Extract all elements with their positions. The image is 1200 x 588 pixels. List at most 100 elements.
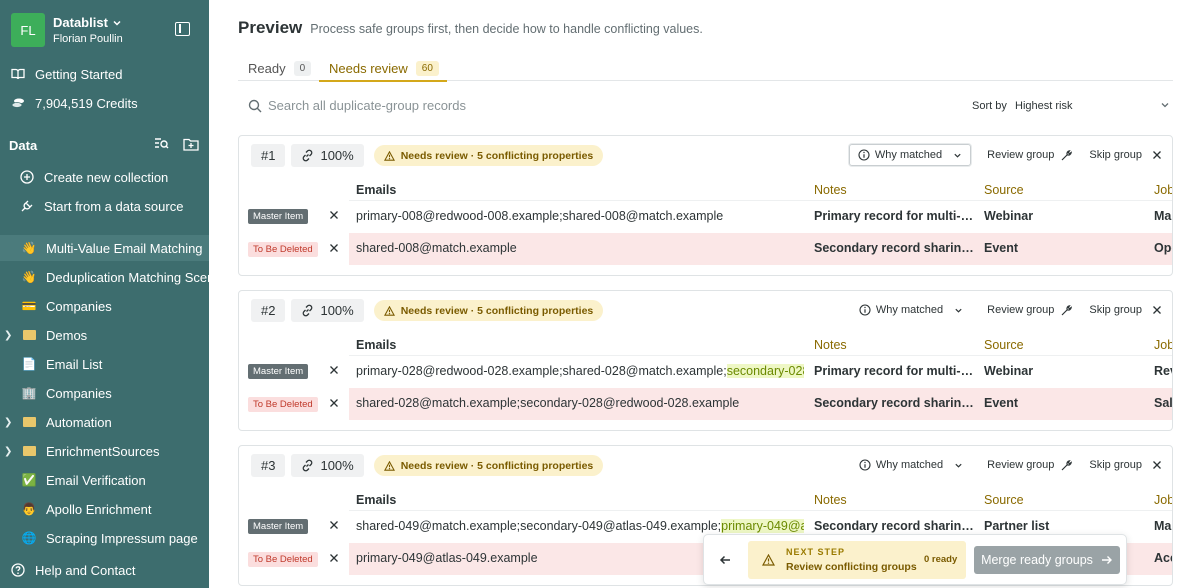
sidebar-item[interactable]: ❯ Demos bbox=[0, 322, 209, 348]
sort-label: Sort by bbox=[972, 100, 1007, 112]
cell-notes[interactable]: Primary record for multi-value email mat… bbox=[814, 209, 977, 223]
sidebar-item[interactable]: 💳 Companies bbox=[0, 293, 209, 319]
folder-icon bbox=[22, 415, 36, 429]
skip-group-button[interactable]: Skip group bbox=[1089, 459, 1162, 471]
sidebar-item[interactable]: 🏢 Companies bbox=[0, 380, 209, 406]
help-contact-link[interactable]: Help and Contact bbox=[0, 557, 209, 583]
cell-emails[interactable]: primary-008@redwood-008.example;shared-0… bbox=[356, 209, 804, 223]
skip-group-button[interactable]: Skip group bbox=[1089, 149, 1162, 161]
count-badge: 0 bbox=[293, 60, 312, 76]
cell-job[interactable]: Operations bbox=[1154, 241, 1172, 255]
column-header-source[interactable]: Source bbox=[984, 338, 1024, 352]
why-matched-dropdown[interactable]: Why matched bbox=[851, 299, 971, 321]
cell-job[interactable]: Sales bbox=[1154, 396, 1172, 410]
column-header-source[interactable]: Source bbox=[984, 493, 1024, 507]
cell-job[interactable]: Accounting bbox=[1154, 551, 1172, 565]
ready-count: 0 ready bbox=[924, 554, 958, 565]
cell-emails[interactable]: primary-028@redwood-028.example;shared-0… bbox=[356, 364, 804, 378]
sidebar-item-credits[interactable]: 7,904,519 Credits bbox=[0, 90, 209, 116]
column-header-job[interactable]: Job bbox=[1154, 338, 1172, 352]
chevron-down-icon bbox=[953, 151, 962, 160]
cell-job[interactable]: Marketing bbox=[1154, 519, 1172, 533]
sidebar-item[interactable]: 👋 Deduplication Matching Scenarios bbox=[0, 264, 209, 290]
group-header: #3 100% Needs review · 5 conflicting prope… bbox=[251, 454, 604, 477]
cell-emails[interactable]: shared-049@match.example;secondary-049@a… bbox=[356, 519, 804, 533]
create-collection-button[interactable]: Create new collection bbox=[0, 164, 209, 190]
cell-job[interactable]: Marketing bbox=[1154, 209, 1172, 223]
column-header-emails[interactable]: Emails bbox=[356, 183, 396, 197]
cell-source[interactable]: Partner list bbox=[984, 519, 1144, 533]
remove-item-icon[interactable] bbox=[329, 209, 339, 223]
cell-notes[interactable]: Secondary record sharing one email value bbox=[814, 396, 977, 410]
sidebar-item-getting-started[interactable]: Getting Started bbox=[0, 61, 209, 87]
sidebar-collapse-icon[interactable] bbox=[175, 22, 190, 36]
tab-needs-review[interactable]: Needs review 60 bbox=[319, 56, 447, 82]
chevron-right-icon[interactable]: ❯ bbox=[4, 417, 12, 428]
cell-emails[interactable]: shared-008@match.example bbox=[356, 241, 804, 255]
sidebar-item-label: Automation bbox=[46, 414, 112, 430]
remove-item-icon[interactable] bbox=[329, 364, 339, 378]
status-badge: Needs review · 5 conflicting properties bbox=[373, 455, 604, 476]
column-header-source[interactable]: Source bbox=[984, 183, 1024, 197]
start-from-source-button[interactable]: Start from a data source bbox=[0, 193, 209, 219]
column-header-notes[interactable]: Notes bbox=[814, 338, 847, 352]
new-folder-icon[interactable] bbox=[183, 137, 199, 151]
cell-source[interactable]: Event bbox=[984, 396, 1144, 410]
cell-notes[interactable]: Secondary record sharing one email value bbox=[814, 519, 977, 533]
tab-ready[interactable]: Ready 0 bbox=[248, 56, 312, 80]
remove-item-icon[interactable] bbox=[329, 397, 339, 411]
column-header-emails[interactable]: Emails bbox=[356, 493, 396, 507]
sort-select[interactable]: Highest risk bbox=[1015, 100, 1072, 112]
column-header-job[interactable]: Job bbox=[1154, 183, 1172, 197]
merge-ready-groups-button[interactable]: Merge ready groups bbox=[974, 546, 1120, 574]
sidebar-item[interactable]: 👋 Multi-Value Email Matching bbox=[0, 235, 209, 261]
workspace-switcher[interactable]: FL Datablist Florian Poullin bbox=[11, 13, 123, 47]
sidebar-item[interactable]: 📄 Email List bbox=[0, 351, 209, 377]
review-group-button[interactable]: Review group bbox=[987, 459, 1073, 472]
match-score: 100% bbox=[291, 454, 364, 477]
search-list-icon[interactable] bbox=[154, 137, 169, 151]
skip-group-button[interactable]: Skip group bbox=[1089, 304, 1162, 316]
cell-source[interactable]: Webinar bbox=[984, 209, 1144, 223]
column-header-emails[interactable]: Emails bbox=[356, 338, 396, 352]
sidebar-item-label: Email List bbox=[46, 356, 103, 372]
cell-notes[interactable]: Secondary record sharing one email value bbox=[814, 241, 977, 255]
sidebar-item[interactable]: 🌐 Scraping Impressum page bbox=[0, 525, 209, 551]
table-row: shared-008@match.example Secondary record… bbox=[349, 233, 1172, 265]
why-matched-dropdown[interactable]: Why matched bbox=[848, 144, 972, 166]
folder-icon bbox=[22, 328, 36, 342]
sidebar-item[interactable]: ❯ Automation bbox=[0, 409, 209, 435]
why-matched-dropdown[interactable]: Why matched bbox=[851, 454, 971, 476]
sidebar-item-label: Getting Started bbox=[35, 66, 123, 82]
sidebar-item[interactable]: 👨 Apollo Enrichment bbox=[0, 496, 209, 522]
arrow-left-icon[interactable] bbox=[718, 553, 732, 567]
chevron-right-icon[interactable]: ❯ bbox=[4, 330, 12, 341]
next-step-callout: NEXT STEP Review conflicting groups 0 re… bbox=[748, 541, 966, 579]
cell-job[interactable]: Revenue bbox=[1154, 364, 1172, 378]
search-input[interactable] bbox=[268, 98, 668, 113]
sidebar-item[interactable]: ✅ Email Verification bbox=[0, 467, 209, 493]
remove-item-icon[interactable] bbox=[329, 552, 339, 566]
sidebar-item[interactable]: ❯ EnrichmentSources bbox=[0, 438, 209, 464]
cell-emails[interactable]: shared-028@match.example;secondary-028@r… bbox=[356, 396, 804, 410]
doc-emoji: 📄 bbox=[21, 357, 37, 371]
sidebar-item-label: Apollo Enrichment bbox=[46, 501, 152, 517]
warning-icon bbox=[383, 460, 395, 471]
remove-item-icon[interactable] bbox=[329, 519, 339, 533]
globe-emoji: 🌐 bbox=[21, 531, 37, 545]
master-item-badge: Master Item bbox=[248, 209, 309, 224]
sidebar-item-label: Companies bbox=[46, 298, 112, 314]
cell-source[interactable]: Event bbox=[984, 241, 1144, 255]
column-header-notes[interactable]: Notes bbox=[814, 183, 847, 197]
cell-notes[interactable]: Primary record for multi-value email mat… bbox=[814, 364, 977, 378]
review-group-button[interactable]: Review group bbox=[987, 149, 1073, 162]
remove-item-icon[interactable] bbox=[329, 242, 339, 256]
chevron-right-icon[interactable]: ❯ bbox=[4, 446, 12, 457]
review-group-button[interactable]: Review group bbox=[987, 304, 1073, 317]
chevron-down-icon[interactable] bbox=[1160, 100, 1170, 110]
column-header-notes[interactable]: Notes bbox=[814, 493, 847, 507]
group-actions: Why matched Review group Skip group bbox=[851, 454, 1162, 476]
column-header-job[interactable]: Job bbox=[1154, 493, 1172, 507]
cell-source[interactable]: Webinar bbox=[984, 364, 1144, 378]
group-id: #2 bbox=[251, 299, 286, 322]
